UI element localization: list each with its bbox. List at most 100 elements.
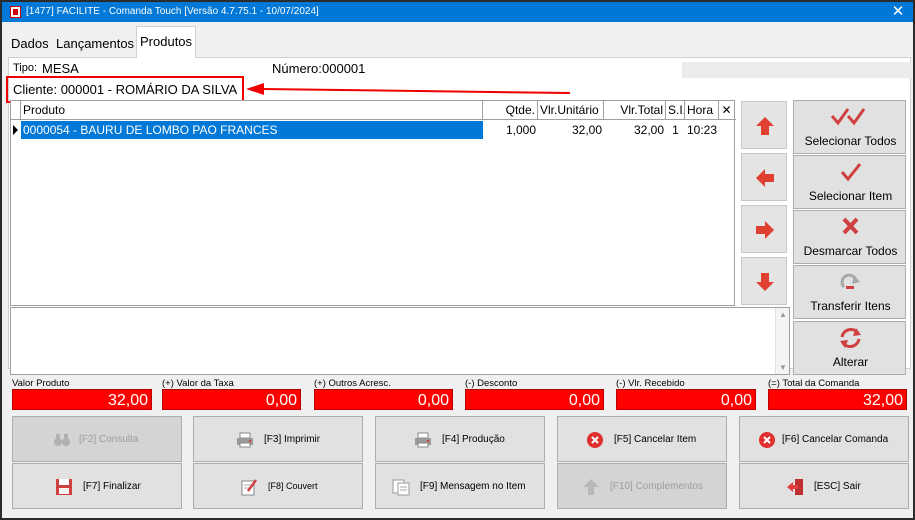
producao-button[interactable]: [F4] Produção (375, 416, 545, 462)
grid-header: Produto Qtde. Vlr.Unitário Vlr.Total S.I… (11, 101, 736, 120)
app-icon (10, 6, 21, 18)
transfer-items-button[interactable]: Transferir Itens (793, 265, 906, 319)
alter-label: Alterar (832, 355, 869, 369)
cancel-icon (587, 432, 603, 448)
alter-button[interactable]: Alterar (793, 321, 906, 375)
consulta-label: [F2] Consulta (79, 434, 139, 445)
scroll-down-icon[interactable]: ▼ (779, 363, 787, 372)
total-label: (-) Desconto (465, 378, 518, 389)
select-item-label: Selecionar Item (808, 189, 893, 203)
couvert-label: [F8] Couvert (268, 481, 318, 491)
printer-icon (415, 432, 431, 448)
total-value: 32,00 (768, 389, 907, 410)
app-window: [1477] FACILITE - Comanda Touch [Versão … (0, 0, 915, 520)
annotation-highlight-box (6, 76, 244, 103)
col-header-remove-icon[interactable]: ✕ (719, 101, 735, 120)
arrow-right-icon (756, 221, 774, 239)
cancelar-item-label: [F5] Cancelar Item (614, 434, 697, 445)
complementos-button[interactable]: [F10] Complementos (557, 463, 727, 509)
refresh-icon (840, 328, 861, 348)
cancelar-comanda-button[interactable]: [F6] Cancelar Comanda (739, 416, 909, 462)
total-value: 0,00 (465, 389, 604, 410)
tipo-label: Tipo: (13, 62, 38, 74)
numero-value: 000001 (322, 61, 366, 76)
products-grid[interactable]: Produto Qtde. Vlr.Unitário Vlr.Total S.I… (10, 100, 736, 306)
close-button[interactable]: ✕ (889, 3, 907, 21)
printer-icon (237, 432, 253, 448)
sair-button[interactable]: [ESC] Sair (739, 463, 909, 509)
x-mark-icon (842, 217, 859, 235)
total-label: (-) Vlr. Recebido (616, 378, 685, 389)
up-arrow-icon (583, 479, 599, 495)
sair-label: [ESC] Sair (814, 481, 861, 492)
unselect-all-button[interactable]: Desmarcar Todos (793, 210, 906, 264)
cell-qtde[interactable]: 1,000 (483, 121, 538, 139)
title-bar[interactable]: [1477] FACILITE - Comanda Touch [Versão … (2, 2, 913, 22)
col-header-produto[interactable]: Produto (21, 101, 483, 120)
save-icon (56, 479, 72, 495)
double-check-icon (830, 108, 866, 126)
move-left-button[interactable] (741, 153, 787, 201)
imprimir-button[interactable]: [F3] Imprimir (193, 416, 363, 462)
transfer-icon (840, 273, 860, 289)
message-icon (392, 479, 410, 496)
unselect-all-label: Desmarcar Todos (803, 244, 898, 258)
pencil-icon (241, 479, 258, 496)
numero-label: Número: (272, 61, 322, 76)
binoculars-icon (54, 434, 70, 446)
arrow-left-icon (756, 169, 774, 187)
imprimir-label: [F3] Imprimir (264, 434, 321, 445)
cell-hora[interactable]: 10:23 (685, 121, 719, 139)
col-header-si[interactable]: S.I. (666, 101, 685, 120)
total-value: 0,00 (162, 389, 301, 410)
row-pointer-icon (13, 125, 18, 135)
move-down-button[interactable] (741, 257, 787, 305)
cancelar-item-button[interactable]: [F5] Cancelar Item (557, 416, 727, 462)
memo-scrollbar[interactable]: ▲ ▼ (775, 308, 789, 374)
col-header-total[interactable]: Vlr.Total (604, 101, 666, 120)
check-icon (840, 163, 862, 182)
total-label: (+) Outros Acresc. (314, 378, 391, 389)
cell-si[interactable]: 1 (666, 121, 685, 139)
info-filler (682, 62, 912, 78)
cancelar-comanda-label: [F6] Cancelar Comanda (782, 434, 889, 445)
col-header-qtde[interactable]: Qtde. (483, 101, 538, 120)
total-value: 0,00 (314, 389, 453, 410)
cell-produto[interactable]: 0000054 - BAURU DE LOMBO PAO FRANCES (21, 121, 483, 139)
col-header-hora[interactable]: Hora (685, 101, 719, 120)
table-row[interactable]: 0000054 - BAURU DE LOMBO PAO FRANCES 1,0… (11, 121, 736, 139)
exit-icon (787, 479, 803, 495)
total-value: 32,00 (12, 389, 152, 410)
mensagem-item-label: [F9] Mensagem no Item (420, 481, 526, 492)
grid-indicator-header (11, 101, 21, 120)
cancel-icon (759, 432, 775, 448)
arrow-up-icon (756, 117, 774, 135)
arrow-down-icon (756, 273, 774, 291)
total-label: Valor Produto (12, 378, 70, 389)
complementos-label: [F10] Complementos (610, 481, 703, 492)
select-all-label: Selecionar Todos (804, 134, 897, 148)
scroll-up-icon[interactable]: ▲ (779, 310, 787, 319)
total-label: (+) Valor da Taxa (162, 378, 234, 389)
mensagem-item-button[interactable]: [F9] Mensagem no Item (375, 463, 545, 509)
cell-unitario[interactable]: 32,00 (538, 121, 604, 139)
col-header-unitario[interactable]: Vlr.Unitário (538, 101, 604, 120)
cell-total[interactable]: 32,00 (604, 121, 666, 139)
finalizar-button[interactable]: [F7] Finalizar (12, 463, 182, 509)
select-item-button[interactable]: Selecionar Item (793, 155, 906, 209)
producao-label: [F4] Produção (442, 434, 505, 445)
message-memo[interactable]: ▲ ▼ (10, 307, 790, 375)
move-up-button[interactable] (741, 101, 787, 149)
total-value: 0,00 (616, 389, 756, 410)
transfer-items-label: Transferir Itens (810, 299, 891, 313)
tab-lancamentos[interactable]: Lançamentos (53, 30, 137, 58)
annotation-arrow-icon (246, 83, 571, 95)
move-right-button[interactable] (741, 205, 787, 253)
tipo-value: MESA (42, 61, 79, 76)
finalizar-label: [F7] Finalizar (83, 481, 141, 492)
select-all-button[interactable]: Selecionar Todos (793, 100, 906, 154)
tab-produtos[interactable]: Produtos (136, 26, 197, 58)
tab-dados[interactable]: Dados (8, 30, 52, 58)
consulta-button[interactable]: [F2] Consulta (12, 416, 182, 462)
couvert-button[interactable]: [F8] Couvert (193, 463, 363, 509)
